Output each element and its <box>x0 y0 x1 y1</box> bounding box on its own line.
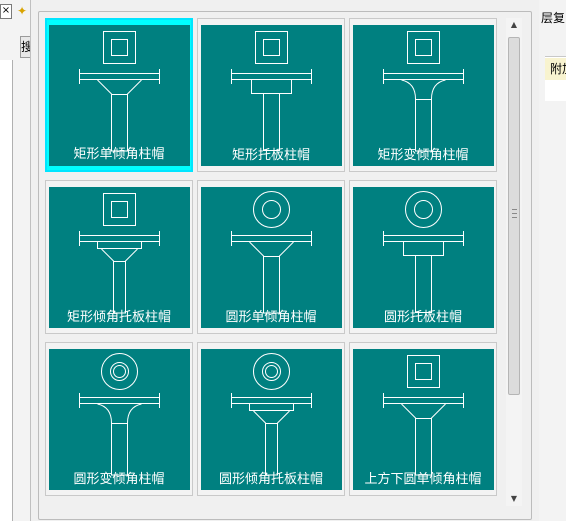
vertical-scrollbar[interactable]: ▲ ▼ <box>506 18 522 506</box>
shape-tile[interactable]: 圆形单倾角柱帽 <box>197 180 345 334</box>
scrollbar-thumb[interactable] <box>508 37 520 395</box>
shape-tile-label: 矩形倾角托板柱帽 <box>66 310 171 325</box>
shape-tile-label: 圆形单倾角柱帽 <box>225 310 317 325</box>
shape-tile[interactable]: 矩形托板柱帽 <box>197 18 345 172</box>
shape-tile[interactable]: 圆形倾角托板柱帽 <box>197 342 345 496</box>
background-left-panel: × ✦ 搜 <box>0 0 34 521</box>
tile-grid: 矩形单倾角柱帽 矩形托板柱帽 矩形变倾角柱帽矩形倾角托板柱帽 圆形单倾角柱帽 圆形托板柱… <box>45 18 505 516</box>
scroll-down-arrow-icon[interactable]: ▼ <box>506 492 522 506</box>
background-right-cell[interactable]: 附加 <box>545 58 566 80</box>
shape-tile-label: 圆形托板柱帽 <box>383 310 462 325</box>
background-right-header: 层复 <box>541 11 566 25</box>
shape-tile[interactable]: 上方下圆单倾角柱帽 <box>349 342 497 496</box>
shape-tile-label: 上方下圆单倾角柱帽 <box>364 472 482 487</box>
shape-tile-label: 圆形变倾角柱帽 <box>73 472 165 487</box>
star-icon: ✦ <box>17 4 28 18</box>
grip-icon <box>512 209 517 218</box>
shape-tile-label: 矩形变倾角柱帽 <box>377 148 469 163</box>
shape-tile-label: 圆形倾角托板柱帽 <box>218 472 323 487</box>
close-icon[interactable]: × <box>0 4 12 19</box>
shape-tile-label: 矩形单倾角柱帽 <box>73 147 165 162</box>
shape-selector-panel: 图形 矩形单倾角柱帽矩形托板柱帽矩形变倾角柱帽矩形倾角托板柱帽圆形单倾角柱帽圆形… <box>30 0 539 521</box>
shape-tile-label: 矩形托板柱帽 <box>231 148 310 163</box>
shape-tile[interactable]: 矩形倾角托板柱帽 <box>45 180 193 334</box>
shape-tile[interactable]: 矩形单倾角柱帽 <box>45 18 193 172</box>
shape-tile[interactable]: 圆形变倾角柱帽 <box>45 342 193 496</box>
background-left-pane <box>0 60 13 521</box>
scroll-up-arrow-icon[interactable]: ▲ <box>506 18 522 32</box>
shape-tile[interactable]: 圆形托板柱帽 <box>349 180 497 334</box>
shape-tile[interactable]: 矩形变倾角柱帽 <box>349 18 497 172</box>
